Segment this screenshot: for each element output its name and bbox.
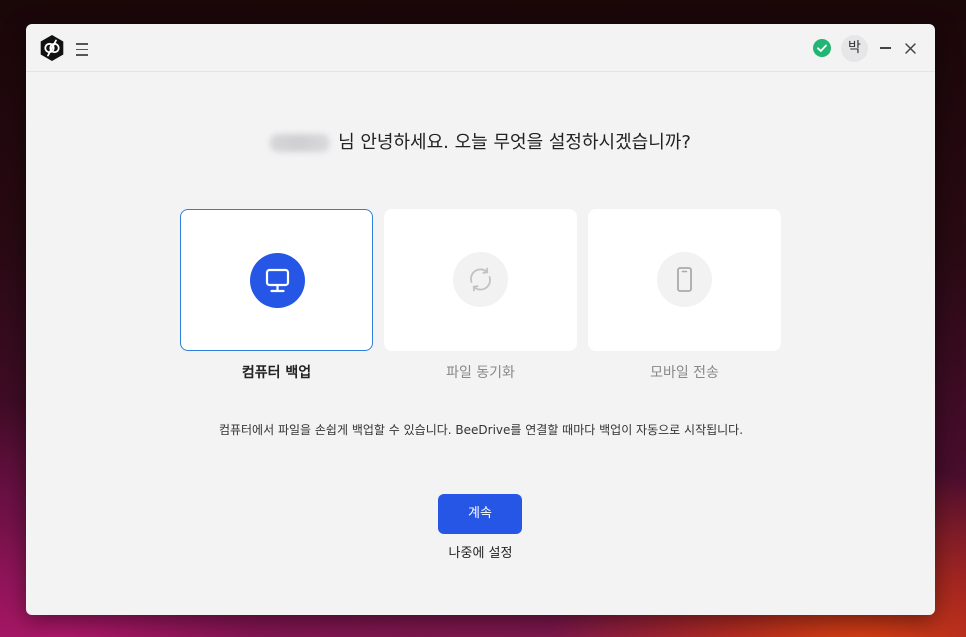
option-description: 컴퓨터에서 파일을 손쉽게 백업할 수 있습니다. BeeDrive를 연결할 … <box>218 423 744 437</box>
blurred-username <box>270 134 331 152</box>
setup-window: 박 님 안녕하세요. 오늘 무엇을 설정하시겠습니까? 컴퓨터 백업 파일 동기… <box>26 24 935 615</box>
option-label-mobile-transfer: 모바일 전송 <box>650 365 719 381</box>
minimize-icon <box>880 47 891 49</box>
greeting-text: 님 안녕하세요. 오늘 무엇을 설정하시겠습니까? <box>338 132 691 153</box>
option-card-file-sync[interactable] <box>384 209 577 351</box>
mobile-phone-icon <box>657 252 712 307</box>
close-button[interactable] <box>902 38 920 58</box>
check-circle-icon[interactable] <box>813 39 831 57</box>
beedrive-logo-icon <box>38 34 66 62</box>
option-label-file-sync: 파일 동기화 <box>446 365 515 381</box>
monitor-icon <box>250 253 305 308</box>
continue-button[interactable]: 계속 <box>438 494 522 534</box>
set-later-link[interactable]: 나중에 설정 <box>26 542 935 561</box>
user-avatar[interactable]: 박 <box>841 35 868 62</box>
title-bar: 박 <box>26 24 935 72</box>
minimize-button[interactable] <box>878 38 894 58</box>
desktop-background: 박 님 안녕하세요. 오늘 무엇을 설정하시겠습니까? 컴퓨터 백업 파일 동기… <box>0 0 966 637</box>
greeting-heading: 님 안녕하세요. 오늘 무엇을 설정하시겠습니까? <box>26 128 935 154</box>
option-label-computer-backup: 컴퓨터 백업 <box>241 365 312 381</box>
sync-icon <box>453 252 508 307</box>
option-card-mobile-transfer[interactable] <box>588 209 781 351</box>
close-icon <box>905 43 916 54</box>
option-card-computer-backup[interactable] <box>180 209 373 351</box>
hamburger-menu-icon[interactable] <box>74 39 90 57</box>
